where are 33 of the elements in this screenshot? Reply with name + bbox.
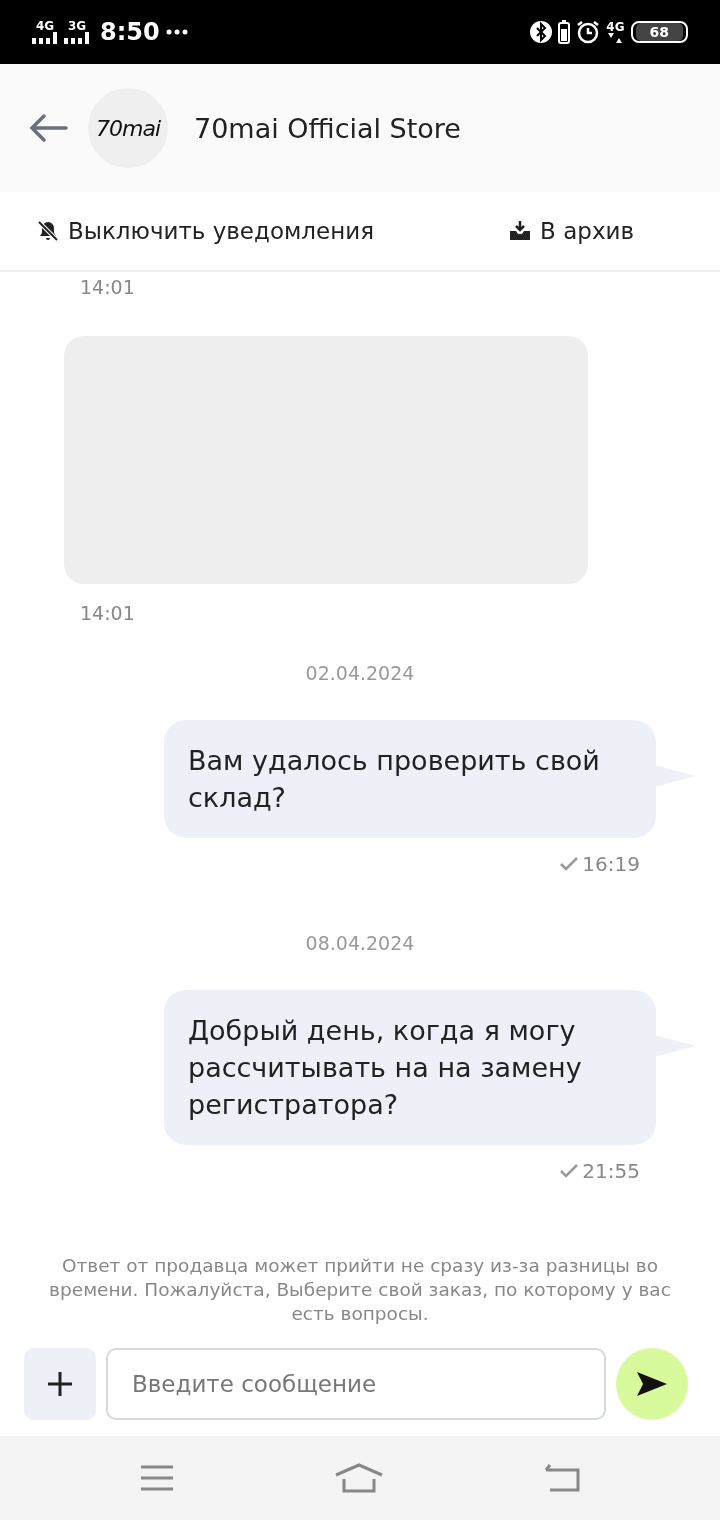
network-type: 3G <box>67 20 87 32</box>
inbox-download-icon <box>508 219 533 243</box>
signal-icon <box>32 32 58 44</box>
message-input[interactable]: Введите сообщение <box>106 1348 606 1420</box>
battery-small-icon <box>558 20 571 44</box>
more-dots-icon <box>165 29 188 35</box>
home-icon[interactable] <box>334 1463 384 1493</box>
message-time: 21:55 <box>582 1159 640 1183</box>
archive-button[interactable]: В архив <box>508 218 634 244</box>
signal-icon <box>64 32 90 44</box>
notice-text: Ответ от продавца может прийти не сразу из-за разницы во времени. Пожалуйста, Выберите свой заказ, по которому у вас есть вопросы. <box>48 1254 672 1326</box>
alarm-icon <box>576 20 601 44</box>
back-nav-icon[interactable] <box>544 1463 580 1493</box>
date-separator: 02.04.2024 <box>305 662 415 684</box>
back-button[interactable] <box>28 112 68 144</box>
message-time: 14:01 <box>80 602 136 626</box>
network-type: 4G <box>35 20 55 32</box>
message-time: 16:19 <box>582 852 640 876</box>
mute-button[interactable]: Выключить уведомления <box>36 218 374 244</box>
store-avatar: 70mai <box>88 88 168 168</box>
data-arrows-icon <box>607 33 624 43</box>
add-button[interactable] <box>24 1348 96 1420</box>
plus-icon <box>46 1370 74 1398</box>
battery-indicator: 68 <box>630 21 688 43</box>
chat-title: 70mai Official Store <box>194 112 461 144</box>
date-separator: 08.04.2024 <box>305 932 415 954</box>
message-time: 14:01 <box>80 276 136 300</box>
bell-off-icon <box>36 219 60 243</box>
bluetooth-icon <box>530 20 553 44</box>
send-icon <box>635 1370 669 1398</box>
status-time: 8:50 <box>100 18 160 46</box>
menu-icon[interactable] <box>140 1465 174 1491</box>
network-type: 4G <box>606 21 625 33</box>
